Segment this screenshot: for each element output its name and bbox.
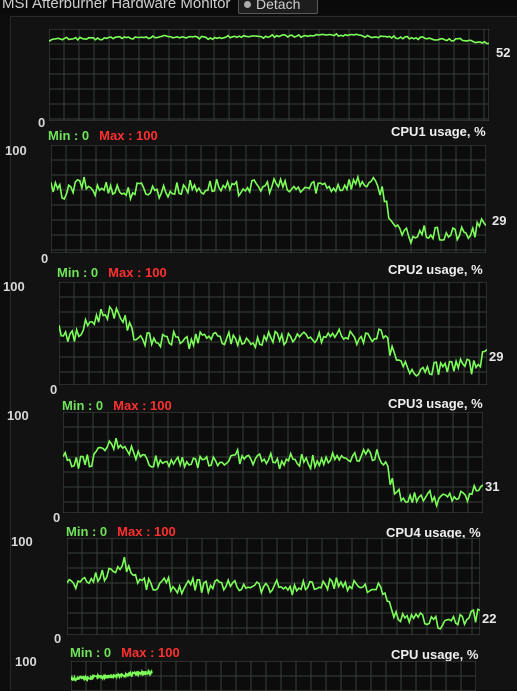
cpu2-minmax: Min : 0 Max : 100 [57,265,167,280]
graph-background [49,29,489,121]
cpu4-min-label: Min : 0 [66,524,108,539]
cpu1-max-label: Max : 100 [99,128,158,143]
graph-top-current-value: 52 [496,45,511,60]
window-title: MSI Afterburner Hardware Monitor [2,0,231,12]
graph-canvas [49,29,489,121]
window-titlebar: MSI Afterburner Hardware Monitor Detach [0,0,517,14]
cpu3-current-value: 31 [485,479,500,494]
cpu-min-label: Min : 0 [70,645,112,660]
cpu1-minmax: Min : 0 Max : 100 [48,128,158,143]
cpu4-minmax: Min : 0 Max : 100 [66,524,176,539]
cpu2-max-label: Max : 100 [108,265,167,280]
graph-cpu4[interactable] [67,538,480,635]
graph-canvas [71,661,476,691]
graph-canvas [59,282,487,385]
cpu3-title: CPU3 usage, % [388,396,483,411]
graph-canvas [63,412,483,513]
cpu2-ymin: 0 [50,382,58,397]
cpu3-max-label: Max : 100 [113,398,172,413]
pin-icon [244,0,251,8]
cpu3-ymax: 100 [7,408,29,423]
cpu3-min-label: Min : 0 [62,398,104,413]
cpu1-ymax: 100 [5,143,27,158]
graph-canvas [51,145,486,253]
graph-cpu2[interactable] [59,282,487,385]
graph-canvas [67,538,480,635]
cpu4-ymax: 100 [11,534,33,549]
cpu4-max-label: Max : 100 [117,524,176,539]
cpu2-ymax: 100 [3,279,25,294]
cpu-title: CPU usage, % [391,647,479,662]
cpu1-min-label: Min : 0 [48,128,90,143]
cpu2-min-label: Min : 0 [57,265,99,280]
graph-top[interactable] [49,29,489,121]
graph-cpu3[interactable] [63,412,483,513]
graph-background [51,145,486,253]
cpu1-title: CPU1 usage, % [391,124,486,139]
cpu2-current-value: 29 [489,349,504,364]
cpu2-title: CPU2 usage, % [388,262,483,277]
cpu1-current-value: 29 [492,213,507,228]
monitor-panel[interactable]: 0 52 Min : 0 Max : 100 CPU1 usage, % 100 … [3,16,517,691]
cpu-minmax: Min : 0 Max : 100 [70,645,180,660]
cpu3-minmax: Min : 0 Max : 100 [62,398,172,413]
cpu3-ymin: 0 [53,510,61,525]
cpu4-current-value: 22 [482,611,497,626]
cpu4-ymin: 0 [54,631,62,646]
graph-cpu1[interactable] [51,145,486,253]
cpu-ymax: 100 [15,654,37,669]
detach-button[interactable]: Detach [238,0,318,14]
graph-cpu[interactable] [71,661,476,691]
cpu-max-label: Max : 100 [121,645,180,660]
graph-top-ymin: 0 [38,115,46,130]
cpu1-ymin: 0 [41,251,49,266]
detach-label: Detach [256,0,301,12]
